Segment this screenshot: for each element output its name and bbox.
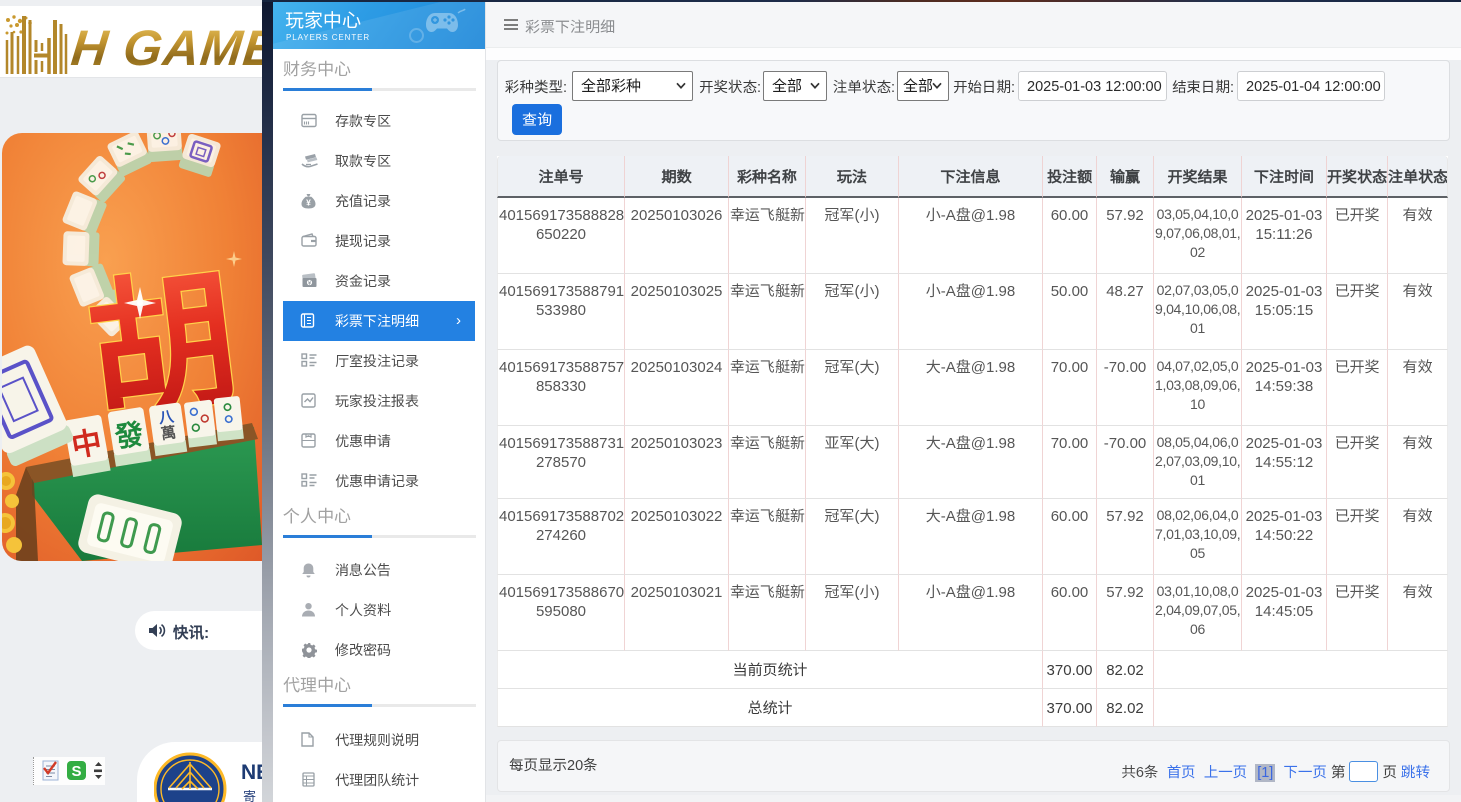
svg-text:S: S: [71, 763, 81, 780]
svg-text:¥: ¥: [306, 198, 311, 208]
svg-text:萬: 萬: [160, 421, 178, 444]
